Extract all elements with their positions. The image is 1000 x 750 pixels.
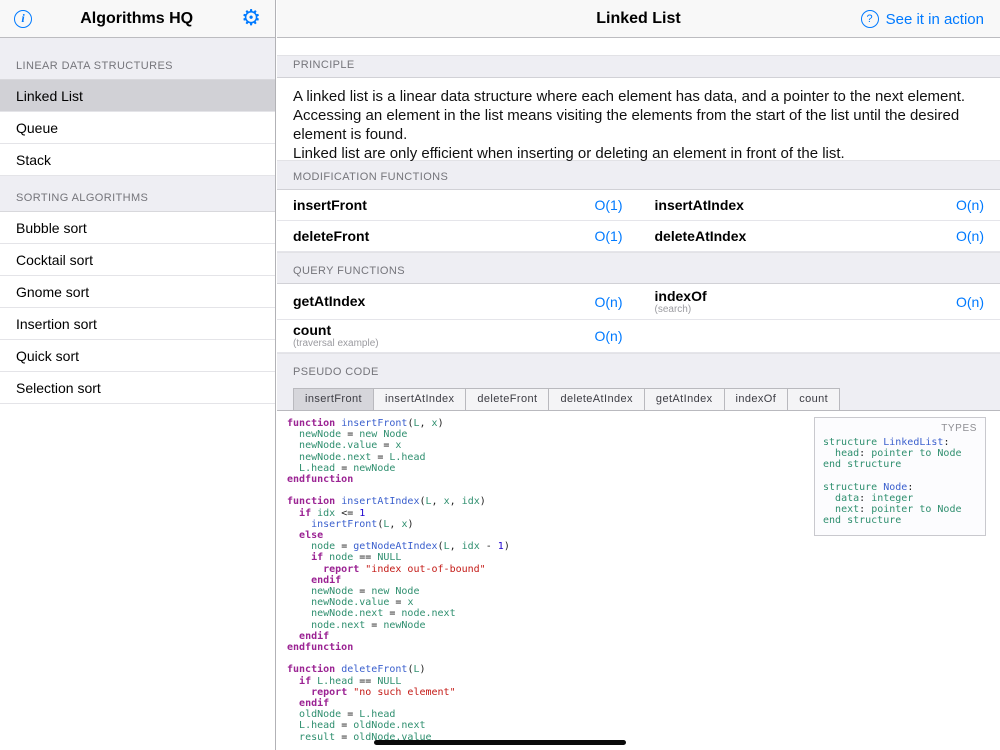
table-row: insertFront O(1) insertAtIndex O(n) — [277, 190, 1000, 221]
tab-deleteatindex[interactable]: deleteAtIndex — [548, 388, 645, 410]
sidebar-section-header-sorting: SORTING ALGORITHMS — [0, 176, 275, 212]
function-cell-indexof: indexOf (search) O(n) — [639, 284, 1000, 319]
home-indicator[interactable] — [374, 740, 626, 745]
sidebar-item-stack[interactable]: Stack — [0, 144, 275, 176]
function-cell-deleteatindex: deleteAtIndex O(n) — [639, 221, 1000, 251]
function-name: count — [293, 322, 332, 338]
sidebar-item-quick-sort[interactable]: Quick sort — [0, 340, 275, 372]
function-name: deleteAtIndex — [654, 227, 747, 244]
types-panel: TYPES structure LinkedList: head: pointe… — [814, 417, 986, 536]
tab-insertatindex[interactable]: insertAtIndex — [372, 388, 467, 410]
function-note: (search) — [654, 303, 692, 315]
sidebar-item-gnome-sort[interactable]: Gnome sort — [0, 276, 275, 308]
function-note: (traversal example) — [293, 338, 379, 349]
function-name-group: indexOf (search) — [654, 287, 707, 315]
complexity-badge: O(1) — [594, 228, 623, 244]
function-name-group: count (traversal example) — [293, 322, 379, 350]
function-name: deleteFront — [293, 227, 370, 244]
sidebar-header: i Algorithms HQ ⚙ — [0, 0, 275, 38]
sidebar: i Algorithms HQ ⚙ LINEAR DATA STRUCTURES… — [0, 0, 276, 750]
tab-getatindex[interactable]: getAtIndex — [643, 388, 725, 410]
see-it-in-action-label: See it in action — [885, 10, 984, 28]
sidebar-item-cocktail-sort[interactable]: Cocktail sort — [0, 244, 275, 276]
main-content: Linked List ? See it in action PRINCIPLE… — [277, 0, 1000, 750]
help-icon: ? — [860, 10, 879, 28]
tab-deletefront[interactable]: deleteFront — [465, 388, 550, 410]
function-cell-getatindex: getAtIndex O(n) — [277, 284, 639, 319]
principle-paragraph-1: A linked list is a linear data structure… — [293, 88, 966, 143]
section-label-principle: PRINCIPLE — [277, 55, 1000, 78]
section-label-modification: MODIFICATION FUNCTIONS — [277, 160, 1000, 190]
sidebar-item-bubble-sort[interactable]: Bubble sort — [0, 212, 275, 244]
complexity-badge: O(n) — [956, 197, 984, 213]
table-row: deleteFront O(1) deleteAtIndex O(n) — [277, 221, 1000, 252]
complexity-badge: O(n) — [594, 293, 623, 310]
types-panel-label: TYPES — [941, 423, 977, 434]
sidebar-item-linked-list[interactable]: Linked List — [0, 80, 275, 112]
function-name: getAtIndex — [293, 293, 366, 309]
sidebar-section-header-linear: LINEAR DATA STRUCTURES — [0, 38, 275, 80]
complexity-badge: O(1) — [594, 197, 623, 213]
sidebar-item-queue[interactable]: Queue — [0, 112, 275, 144]
sidebar-item-selection-sort[interactable]: Selection sort — [0, 372, 275, 404]
function-cell-insertfront: insertFront O(1) — [277, 190, 639, 220]
function-cell-insertatindex: insertAtIndex O(n) — [639, 190, 1000, 220]
settings-gear-icon[interactable]: ⚙ — [241, 7, 261, 30]
info-button[interactable]: i — [14, 9, 32, 28]
function-name: insertFront — [293, 196, 367, 213]
sidebar-item-insertion-sort[interactable]: Insertion sort — [0, 308, 275, 340]
function-name: insertAtIndex — [654, 196, 744, 213]
complexity-badge: O(n) — [594, 328, 623, 344]
pseudocode-section: PSEUDO CODE insertFront insertAtIndex de… — [277, 353, 1000, 411]
see-it-in-action-button[interactable]: ? See it in action — [860, 0, 984, 38]
spacer — [277, 38, 1000, 55]
function-cell-count: count (traversal example) O(n) — [277, 320, 639, 352]
complexity-badge: O(n) — [956, 293, 984, 310]
types-listing: structure LinkedList: head: pointer to N… — [823, 437, 962, 527]
table-row: getAtIndex O(n) indexOf (search) O(n) — [277, 284, 1000, 320]
app-title: Algorithms HQ — [80, 9, 194, 27]
function-name: indexOf — [654, 287, 707, 304]
table-row: count (traversal example) O(n) — [277, 320, 1000, 353]
function-cell-deletefront: deleteFront O(1) — [277, 221, 639, 251]
code-view: function insertFront(L, x) newNode = new… — [277, 411, 1000, 750]
tab-insertfront[interactable]: insertFront — [293, 388, 374, 410]
complexity-badge: O(n) — [956, 228, 984, 244]
info-icon: i — [21, 11, 25, 25]
pseudocode-tab-bar: insertFront insertAtIndex deleteFront de… — [277, 388, 1000, 410]
tab-indexof[interactable]: indexOf — [723, 388, 789, 410]
tab-count[interactable]: count — [787, 388, 841, 410]
section-label-query: QUERY FUNCTIONS — [277, 252, 1000, 284]
principle-text: A linked list is a linear data structure… — [277, 78, 1000, 162]
section-label-pseudocode: PSEUDO CODE — [293, 366, 379, 378]
main-header: Linked List ? See it in action — [277, 0, 1000, 38]
function-cell-empty — [639, 320, 1000, 352]
